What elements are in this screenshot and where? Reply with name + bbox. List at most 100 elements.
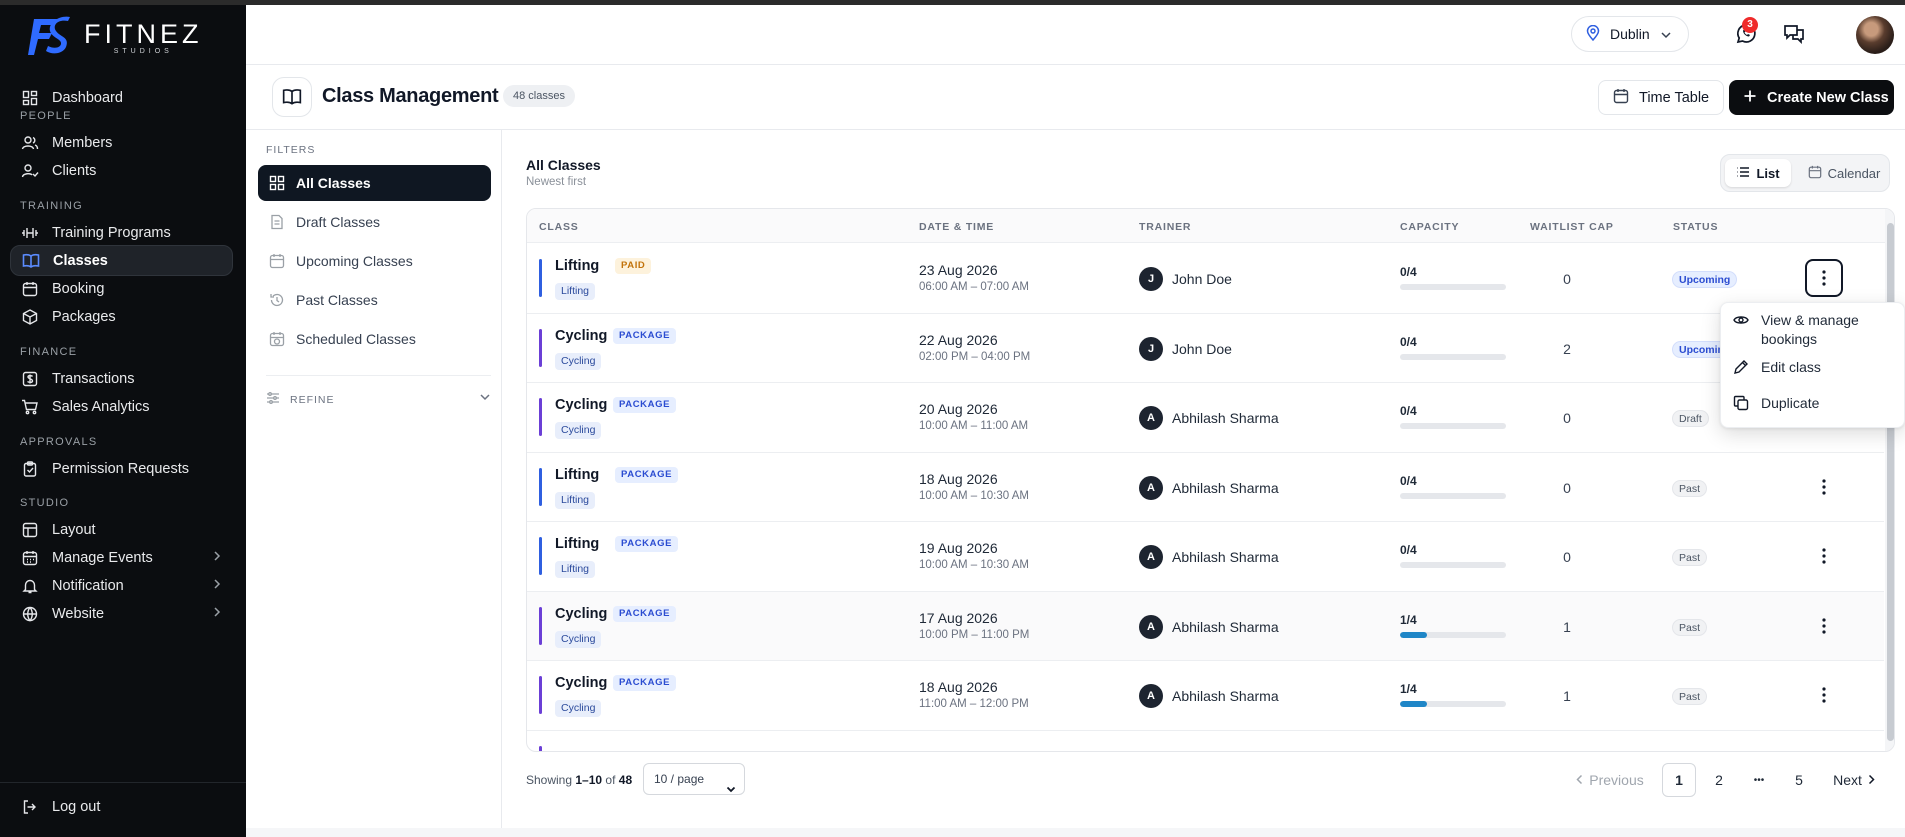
view-calendar-button[interactable]: Calendar [1801, 159, 1887, 187]
sidebar-item-booking[interactable]: Booking [10, 273, 233, 304]
class-date: 18 Aug 2026 [919, 470, 998, 487]
create-class-button[interactable]: Create New Class [1729, 80, 1894, 115]
pencil-icon [1733, 359, 1751, 377]
view-calendar-label: Calendar [1827, 165, 1881, 181]
sidebar-item-clients[interactable]: Clients [10, 155, 233, 186]
brand-logo[interactable]: FITNEZ STUDIOS [28, 13, 203, 61]
pagination-page-1[interactable]: 1 [1662, 763, 1696, 797]
filter-draft-classes[interactable]: Draft Classes [258, 204, 491, 240]
filter-upcoming-classes[interactable]: Upcoming Classes [258, 243, 491, 279]
table-row[interactable]: Cycling PACKAGE Cycling 18 Aug 2026 11:00 AM… [527, 661, 1884, 731]
row-actions-button[interactable] [1805, 607, 1843, 645]
trainer-avatar: A [1139, 475, 1163, 500]
filter-label: Upcoming Classes [296, 253, 413, 269]
menu-duplicate[interactable]: Duplicate [1733, 394, 1901, 413]
section-people: PEOPLE [20, 110, 72, 122]
sidebar-item-layout[interactable]: Layout [10, 514, 233, 545]
list-title: All Classes [526, 157, 601, 173]
pagination-next[interactable]: Next [1827, 763, 1881, 797]
filter-scheduled-classes[interactable]: Scheduled Classes [258, 321, 491, 357]
row-actions-button[interactable] [1805, 259, 1843, 297]
eye-icon [1733, 312, 1751, 330]
row-actions-button[interactable] [1805, 468, 1843, 506]
timetable-label: Time Table [1639, 89, 1710, 106]
class-time: 11:00 AM – 12:00 PM [919, 698, 1029, 710]
view-list-label: List [1756, 165, 1780, 181]
sidebar-item-notification[interactable]: Notification [10, 570, 233, 601]
showing-summary: Showing 1–10 of 48 [526, 773, 632, 787]
table-row[interactable] [527, 731, 1884, 751]
class-type-tag: PAID [615, 258, 652, 274]
logout-button[interactable]: Log out [10, 791, 233, 822]
class-list-panel: All Classes Newest first List Calendar C… [502, 130, 1905, 828]
filter-all-classes[interactable]: All Classes [258, 165, 491, 201]
pagination-previous[interactable]: Previous [1570, 763, 1650, 797]
sidebar-item-manage-events[interactable]: Manage Events [10, 542, 233, 573]
sidebar-item-label: Classes [53, 252, 108, 269]
timetable-button[interactable]: Time Table [1598, 80, 1724, 115]
section-studio: STUDIO [20, 497, 70, 509]
sidebar-item-permission-requests[interactable]: Permission Requests [10, 453, 233, 484]
refine-toggle[interactable]: REFINE [266, 392, 491, 407]
pagination-page-2[interactable]: 2 [1702, 763, 1736, 797]
sidebar-item-website[interactable]: Website [10, 598, 233, 629]
table-row[interactable]: Cycling PACKAGE Cycling 22 Aug 2026 02:00 PM… [527, 314, 1884, 383]
file-icon [268, 213, 286, 231]
book-open-icon [272, 77, 312, 117]
col-status[interactable]: STATUS [1673, 221, 1718, 233]
bell-icon [20, 576, 40, 596]
row-actions-button[interactable] [1805, 676, 1843, 714]
table-row[interactable]: Lifting PACKAGE Lifting 19 Aug 2026 10:00 AM… [527, 522, 1884, 592]
table-row[interactable]: Cycling PACKAGE Cycling 17 Aug 2026 10:00 PM… [527, 591, 1884, 661]
scrollbar-thumb[interactable] [1887, 223, 1894, 741]
table-row[interactable]: Cycling PACKAGE Cycling 20 Aug 2026 10:00 AM… [527, 383, 1884, 453]
status-badge: Past [1672, 549, 1708, 566]
menu-edit-class[interactable]: Edit class [1733, 358, 1901, 377]
per-page-select[interactable]: 10 / page [643, 763, 745, 795]
row-actions-button[interactable] [1805, 537, 1843, 575]
col-trainer[interactable]: TRAINER [1139, 221, 1191, 233]
book-open-icon [21, 251, 41, 271]
class-accent-bar [539, 467, 542, 506]
pagination-page-5[interactable]: 5 [1782, 763, 1816, 797]
trainer-name: Abhilash Sharma [1172, 549, 1279, 565]
class-type-tag: PACKAGE [613, 327, 676, 344]
col-datetime[interactable]: DATE & TIME [919, 221, 994, 233]
sidebar-item-classes[interactable]: Classes [10, 245, 233, 276]
sidebar-item-packages[interactable]: Packages [10, 301, 233, 332]
col-capacity[interactable]: CAPACITY [1400, 221, 1459, 233]
user-avatar[interactable] [1856, 16, 1894, 54]
col-class[interactable]: CLASS [539, 221, 579, 233]
sliders-icon [266, 392, 280, 407]
class-accent-bar [539, 606, 542, 645]
package-icon [20, 307, 40, 327]
waitlist-value: 0 [1563, 410, 1571, 426]
notification-badge: 3 [1742, 17, 1758, 33]
view-list-button[interactable]: List [1725, 159, 1791, 187]
location-label: Dublin [1610, 26, 1650, 42]
status-badge: Past [1672, 479, 1708, 497]
table-row[interactable]: Lifting PAID Lifting 23 Aug 2026 06:00 AM – … [527, 244, 1884, 314]
sidebar-item-training-programs[interactable]: Training Programs [10, 217, 233, 248]
sidebar: FITNEZ STUDIOS Dashboard PEOPLE Members … [0, 5, 246, 837]
class-time: 10:00 AM – 10:30 AM [919, 559, 1029, 571]
class-time: 06:00 AM – 07:00 AM [919, 281, 1029, 293]
sidebar-item-sales-analytics[interactable]: Sales Analytics [10, 391, 233, 422]
trainer-name: Abhilash Sharma [1172, 479, 1279, 496]
class-type-tag: PACKAGE [615, 466, 678, 483]
sidebar-item-transactions[interactable]: Transactions [10, 363, 233, 394]
filter-past-classes[interactable]: Past Classes [258, 282, 491, 318]
grid-icon [268, 174, 286, 192]
location-selector[interactable]: Dublin [1571, 16, 1689, 52]
waitlist-value: 0 [1563, 549, 1571, 565]
chat-icon[interactable] [1782, 22, 1808, 48]
col-waitlist[interactable]: WAITLIST CAP [1530, 221, 1614, 233]
globe-icon [20, 604, 40, 624]
sidebar-item-dashboard[interactable]: Dashboard [10, 82, 233, 113]
sidebar-item-members[interactable]: Members [10, 127, 233, 158]
classes-table: CLASS DATE & TIME TRAINER CAPACITY WAITL… [526, 208, 1895, 752]
sidebar-item-label: Members [52, 134, 113, 151]
list-subtitle: Newest first [526, 176, 587, 188]
table-row[interactable]: Lifting PACKAGE Lifting 18 Aug 2026 10:00 AM… [527, 453, 1884, 522]
menu-view-manage-bookings[interactable]: View & manage bookings [1733, 311, 1901, 349]
